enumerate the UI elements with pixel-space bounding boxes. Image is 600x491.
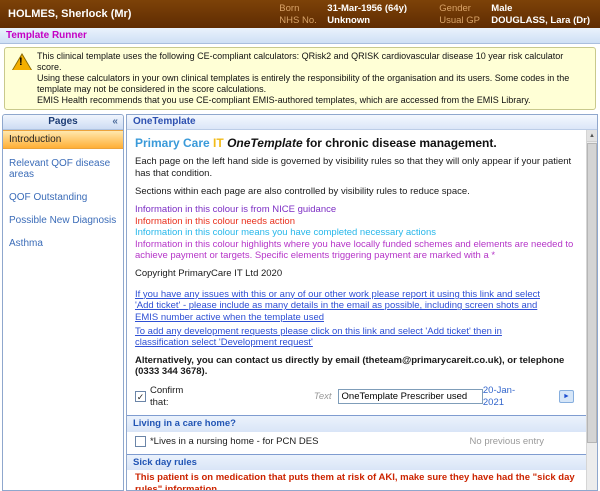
sidebar-item-relevant-qof-disease-areas[interactable]: Relevant QOF disease areas <box>3 152 123 186</box>
confirm-text-input[interactable] <box>337 389 483 405</box>
brand-it: IT <box>213 135 224 150</box>
legend-completed-actions: Information in this colour means you hav… <box>134 227 436 239</box>
born-label: Born <box>279 2 300 14</box>
panel-header: OneTemplate <box>126 114 597 130</box>
section-sick-day-header: Sick day rules <box>126 454 586 471</box>
vertical-scrollbar[interactable]: ▲ <box>586 129 597 490</box>
template-runner-titlebar: Template Runner <box>0 28 600 44</box>
warning-line-3: EMIS Health recommends that you use CE-c… <box>37 94 531 105</box>
copyright-text: Copyright PrimaryCare IT Ltd 2020 <box>134 268 283 280</box>
panel-title: OneTemplate <box>132 115 196 127</box>
usual-gp-value: DOUGLASS, Lara (Dr) <box>491 14 590 26</box>
scrollbar-up-icon[interactable]: ▲ <box>587 129 597 142</box>
intro-paragraph-2: Sections within each page are also contr… <box>134 186 470 198</box>
patient-name: HOLMES, Sherlock (Mr) <box>8 8 132 20</box>
legend-locally-funded: Information in this colour highlights wh… <box>134 238 574 261</box>
template-heading: Primary Care IT OneTemplate for chronic … <box>135 136 578 150</box>
patient-banner: HOLMES, Sherlock (Mr) Born 31-Mar-1956 (… <box>0 0 600 28</box>
patient-demographics: Born 31-Mar-1956 (64y) Gender Male NHS N… <box>279 3 600 26</box>
warning-exclamation: ! <box>19 56 23 68</box>
nursing-home-label: *Lives in a nursing home - for PCN DES <box>149 435 319 447</box>
confirm-label: Confirm that: <box>149 385 184 408</box>
nhs-number-label: NHS No. <box>279 14 317 26</box>
colour-legend: Information in this colour is from NICE … <box>135 204 578 261</box>
brand-primary-care: Primary Care <box>134 135 210 150</box>
nhs-number-value: Unknown <box>327 14 371 26</box>
template-runner-title: Template Runner <box>6 30 87 41</box>
intro-paragraph-1: Each page on the left hand side is gover… <box>134 156 572 179</box>
calculator-warning-box: ! This clinical template uses the follow… <box>4 47 596 110</box>
pages-header: Pages « <box>3 114 123 130</box>
contact-text: Alternatively, you can contact us direct… <box>134 354 565 378</box>
no-previous-entry: No previous entry <box>469 435 544 447</box>
sidebar-item-possible-new-diagnosis[interactable]: Possible New Diagnosis <box>3 209 123 232</box>
confirm-run-button[interactable]: ► <box>559 390 574 404</box>
onetemplate-panel: OneTemplate ▲ Primary Care IT OneTemplat… <box>125 113 598 491</box>
panel-body: Primary Care IT OneTemplate for chronic … <box>126 130 586 490</box>
warning-line-2: Using these calculators in your own clin… <box>37 72 570 94</box>
workspace: Pages « Introduction Relevant QOF diseas… <box>0 112 600 491</box>
born-value: 31-Mar-1956 (64y) <box>327 2 408 14</box>
confirm-date: 20-Jan-2021 <box>482 385 516 408</box>
collapse-sidebar-icon[interactable]: « <box>112 116 118 127</box>
pages-sidebar: Pages « Introduction Relevant QOF diseas… <box>2 113 124 491</box>
gender-label: Gender <box>439 2 471 14</box>
usual-gp-label: Usual GP <box>439 14 480 26</box>
section-care-home-header: Living in a care home? <box>126 415 586 432</box>
product-name: OneTemplate <box>227 135 303 150</box>
scrollbar-thumb[interactable] <box>587 142 597 443</box>
heading-suffix: for chronic disease management. <box>302 135 497 150</box>
legend-nice-guidance: Information in this colour is from NICE … <box>134 204 337 216</box>
warning-line-1: This clinical template uses the followin… <box>37 51 564 72</box>
nursing-home-checkbox[interactable] <box>134 435 146 447</box>
sidebar-item-qof-outstanding[interactable]: QOF Outstanding <box>3 186 123 209</box>
sidebar-item-introduction[interactable]: Introduction <box>3 129 123 149</box>
text-field-label: Text <box>313 391 332 403</box>
care-home-row: *Lives in a nursing home - for PCN DES N… <box>134 434 578 449</box>
pages-header-label: Pages <box>48 115 78 127</box>
sick-day-alert: This patient is on medication that puts … <box>134 472 575 490</box>
confirm-row: ✓ Confirm that: Text 20-Jan-2021 ► <box>134 383 578 410</box>
gender-value: Male <box>491 2 513 14</box>
sidebar-item-asthma[interactable]: Asthma <box>3 232 123 255</box>
development-request-link[interactable]: To add any development requests please c… <box>135 326 547 349</box>
report-issue-link[interactable]: If you have any issues with this or any … <box>135 289 547 323</box>
legend-needs-action: Information in this colour needs action <box>134 215 295 227</box>
confirm-checkbox[interactable]: ✓ <box>134 391 146 403</box>
